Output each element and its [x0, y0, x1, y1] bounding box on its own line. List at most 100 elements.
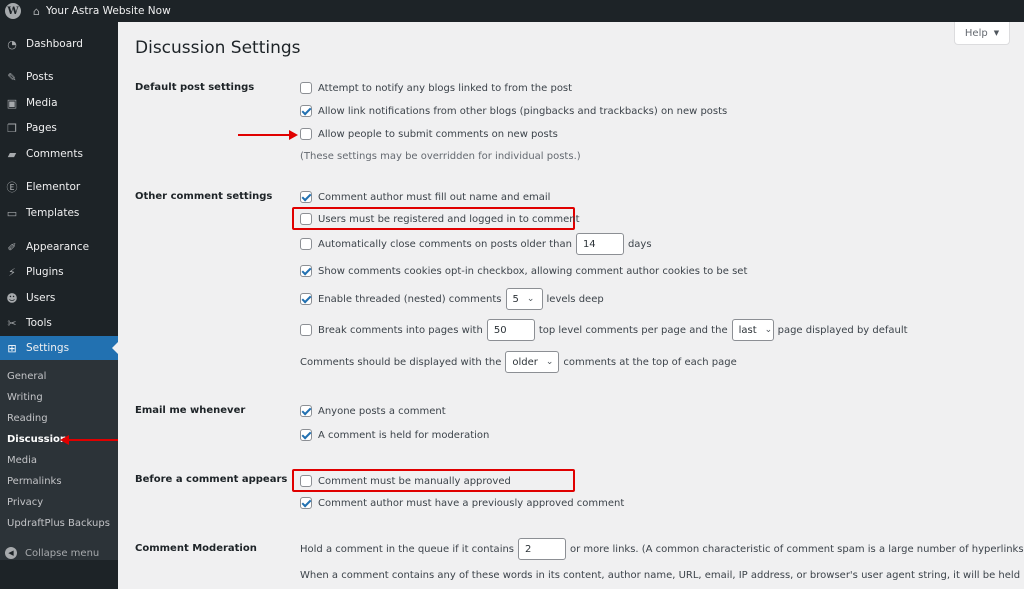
option-label: Break comments into pages with — [318, 324, 483, 336]
sidebar-item-templates[interactable]: ▭ Templates — [0, 201, 118, 225]
checkbox[interactable] — [300, 213, 312, 225]
sidebar-item-media[interactable]: ▣ Media — [0, 91, 118, 115]
submenu-media[interactable]: Media — [7, 455, 37, 466]
sidebar-item-label: Posts — [26, 71, 54, 83]
option-allow-comments[interactable]: Allow people to submit comments on new p… — [300, 128, 558, 140]
folder-icon: ▭ — [6, 206, 18, 220]
auto-close-days-input[interactable]: 14 — [575, 233, 624, 255]
chevron-down-icon: ⌄ — [526, 294, 535, 304]
option-label: Comment author must have a previously ap… — [318, 497, 625, 509]
section-label-default-post-settings: Default post settings — [135, 82, 255, 93]
sidebar-item-users[interactable]: ☻ Users — [0, 286, 118, 310]
admin-sidebar: ◔ Dashboard ✎ Posts ▣ Media ❐ Pages ▰ Comment… — [0, 22, 118, 589]
chevron-down-icon: ⌄ — [545, 357, 554, 367]
order-prefix: Comments should be displayed with the — [300, 356, 502, 368]
checkbox[interactable] — [300, 191, 312, 203]
hold-prefix: Hold a comment in the queue if it contai… — [300, 543, 515, 555]
sidebar-item-elementor[interactable]: Ⓔ Elementor — [0, 175, 118, 199]
checkbox[interactable] — [300, 128, 312, 140]
option-notify-blogs[interactable]: Attempt to notify any blogs linked to fr… — [300, 82, 572, 94]
plug-icon: ⚡ — [8, 265, 16, 279]
option-email-held-moderation[interactable]: A comment is held for moderation — [300, 429, 489, 441]
option-allow-link-notifications[interactable]: Allow link notifications from other blog… — [300, 105, 727, 117]
sidebar-item-label: Plugins — [26, 266, 64, 278]
sidebar-item-comments[interactable]: ▰ Comments — [0, 142, 118, 166]
option-auto-close-comments[interactable]: Automatically close comments on posts ol… — [300, 233, 652, 255]
option-label: A comment is held for moderation — [318, 429, 490, 441]
sidebar-item-label: Templates — [26, 207, 80, 219]
option-author-fill-name-email[interactable]: Comment author must fill out name and em… — [300, 191, 550, 203]
submenu-updraftplus-backups[interactable]: UpdraftPlus Backups — [7, 518, 110, 529]
thread-depth-select[interactable]: 5 ⌄ — [505, 288, 543, 310]
sidebar-item-settings[interactable]: ⊞ Settings — [0, 336, 118, 360]
sidebar-item-pages[interactable]: ❐ Pages — [0, 116, 118, 140]
checkbox[interactable] — [300, 324, 312, 336]
checkbox[interactable] — [300, 405, 312, 417]
sidebar-item-tools[interactable]: ✂ Tools — [0, 311, 118, 335]
settings-submenu: General Writing Reading Discussion Media… — [0, 360, 118, 560]
auto-close-suffix: days — [627, 238, 652, 250]
moderation-links-row: Hold a comment in the queue if it contai… — [300, 538, 1024, 560]
max-links-input[interactable]: 2 — [518, 538, 567, 560]
checkbox[interactable] — [300, 265, 312, 277]
submenu-reading[interactable]: Reading — [7, 413, 48, 424]
chevron-down-icon: ⌄ — [764, 325, 773, 335]
option-label: Show comments cookies opt-in checkbox, a… — [318, 265, 748, 277]
sidebar-item-label: Elementor — [26, 181, 81, 193]
sidebar-item-appearance[interactable]: ✐ Appearance — [0, 235, 118, 259]
option-email-anyone-posts[interactable]: Anyone posts a comment — [300, 405, 446, 417]
submenu-privacy[interactable]: Privacy — [7, 497, 43, 508]
pages-icon: ❐ — [7, 121, 17, 135]
submenu-writing[interactable]: Writing — [7, 392, 43, 403]
comments-per-page-input[interactable]: 50 — [486, 319, 535, 341]
home-icon[interactable]: ⌂ — [33, 5, 40, 18]
paging-suffix: page displayed by default — [777, 324, 908, 336]
threaded-suffix: levels deep — [546, 293, 604, 305]
option-users-must-register[interactable]: Users must be registered and logged in t… — [300, 213, 580, 225]
option-manually-approved[interactable]: Comment must be manually approved — [300, 475, 511, 487]
option-cookies-opt-in[interactable]: Show comments cookies opt-in checkbox, a… — [300, 265, 747, 277]
caret-down-icon: ▼ — [993, 29, 1000, 37]
elementor-icon: Ⓔ — [6, 181, 18, 194]
option-label: Automatically close comments on posts ol… — [318, 238, 572, 250]
option-threaded-comments[interactable]: Enable threaded (nested) comments 5 ⌄ lev… — [300, 288, 604, 310]
submenu-discussion[interactable]: Discussion — [7, 434, 67, 445]
pin-icon: ✎ — [7, 70, 17, 84]
sidebar-item-label: Settings — [26, 342, 70, 354]
help-tab-button[interactable]: Help ▼ — [954, 22, 1010, 45]
annotation-arrow-discussion — [60, 435, 118, 445]
checkbox[interactable] — [300, 429, 312, 441]
checkbox[interactable] — [300, 105, 312, 117]
sidebar-item-plugins[interactable]: ⚡ Plugins — [0, 260, 118, 284]
section-label-before-comment-appears: Before a comment appears — [135, 474, 288, 485]
checkbox[interactable] — [300, 475, 312, 487]
wordpress-logo-icon[interactable]: W — [5, 3, 21, 19]
page-title: Discussion Settings — [135, 38, 301, 58]
comment-order-select[interactable]: older ⌄ — [505, 351, 560, 373]
option-label: Enable threaded (nested) comments — [318, 293, 502, 305]
select-value: last — [738, 324, 757, 336]
default-page-select[interactable]: last ⌄ — [731, 319, 774, 341]
collapse-menu-button[interactable]: ◀ Collapse menu — [0, 543, 118, 563]
collapse-menu-label: Collapse menu — [25, 547, 100, 559]
submenu-permalinks[interactable]: Permalinks — [7, 476, 62, 487]
checkbox[interactable] — [300, 82, 312, 94]
submenu-general[interactable]: General — [7, 371, 46, 382]
brush-icon: ✐ — [7, 240, 17, 254]
paging-middle-text: top level comments per page and the — [538, 324, 728, 336]
default-post-note: (These settings may be overridden for in… — [300, 151, 581, 162]
sidebar-item-dashboard[interactable]: ◔ Dashboard — [0, 32, 118, 56]
site-name-link[interactable]: Your Astra Website Now — [46, 5, 171, 17]
sidebar-item-label: Comments — [26, 148, 83, 160]
option-previously-approved[interactable]: Comment author must have a previously ap… — [300, 497, 624, 509]
checkbox[interactable] — [300, 293, 312, 305]
option-label: Allow people to submit comments on new p… — [318, 128, 558, 140]
option-break-comments-pages[interactable]: Break comments into pages with 50 top le… — [300, 319, 908, 341]
section-label-email-me-whenever: Email me whenever — [135, 405, 246, 416]
sidebar-item-posts[interactable]: ✎ Posts — [0, 65, 118, 89]
help-label: Help — [964, 27, 988, 39]
media-icon: ▣ — [6, 96, 18, 110]
checkbox[interactable] — [300, 497, 312, 509]
sidebar-item-label: Users — [26, 292, 56, 304]
checkbox[interactable] — [300, 238, 312, 250]
